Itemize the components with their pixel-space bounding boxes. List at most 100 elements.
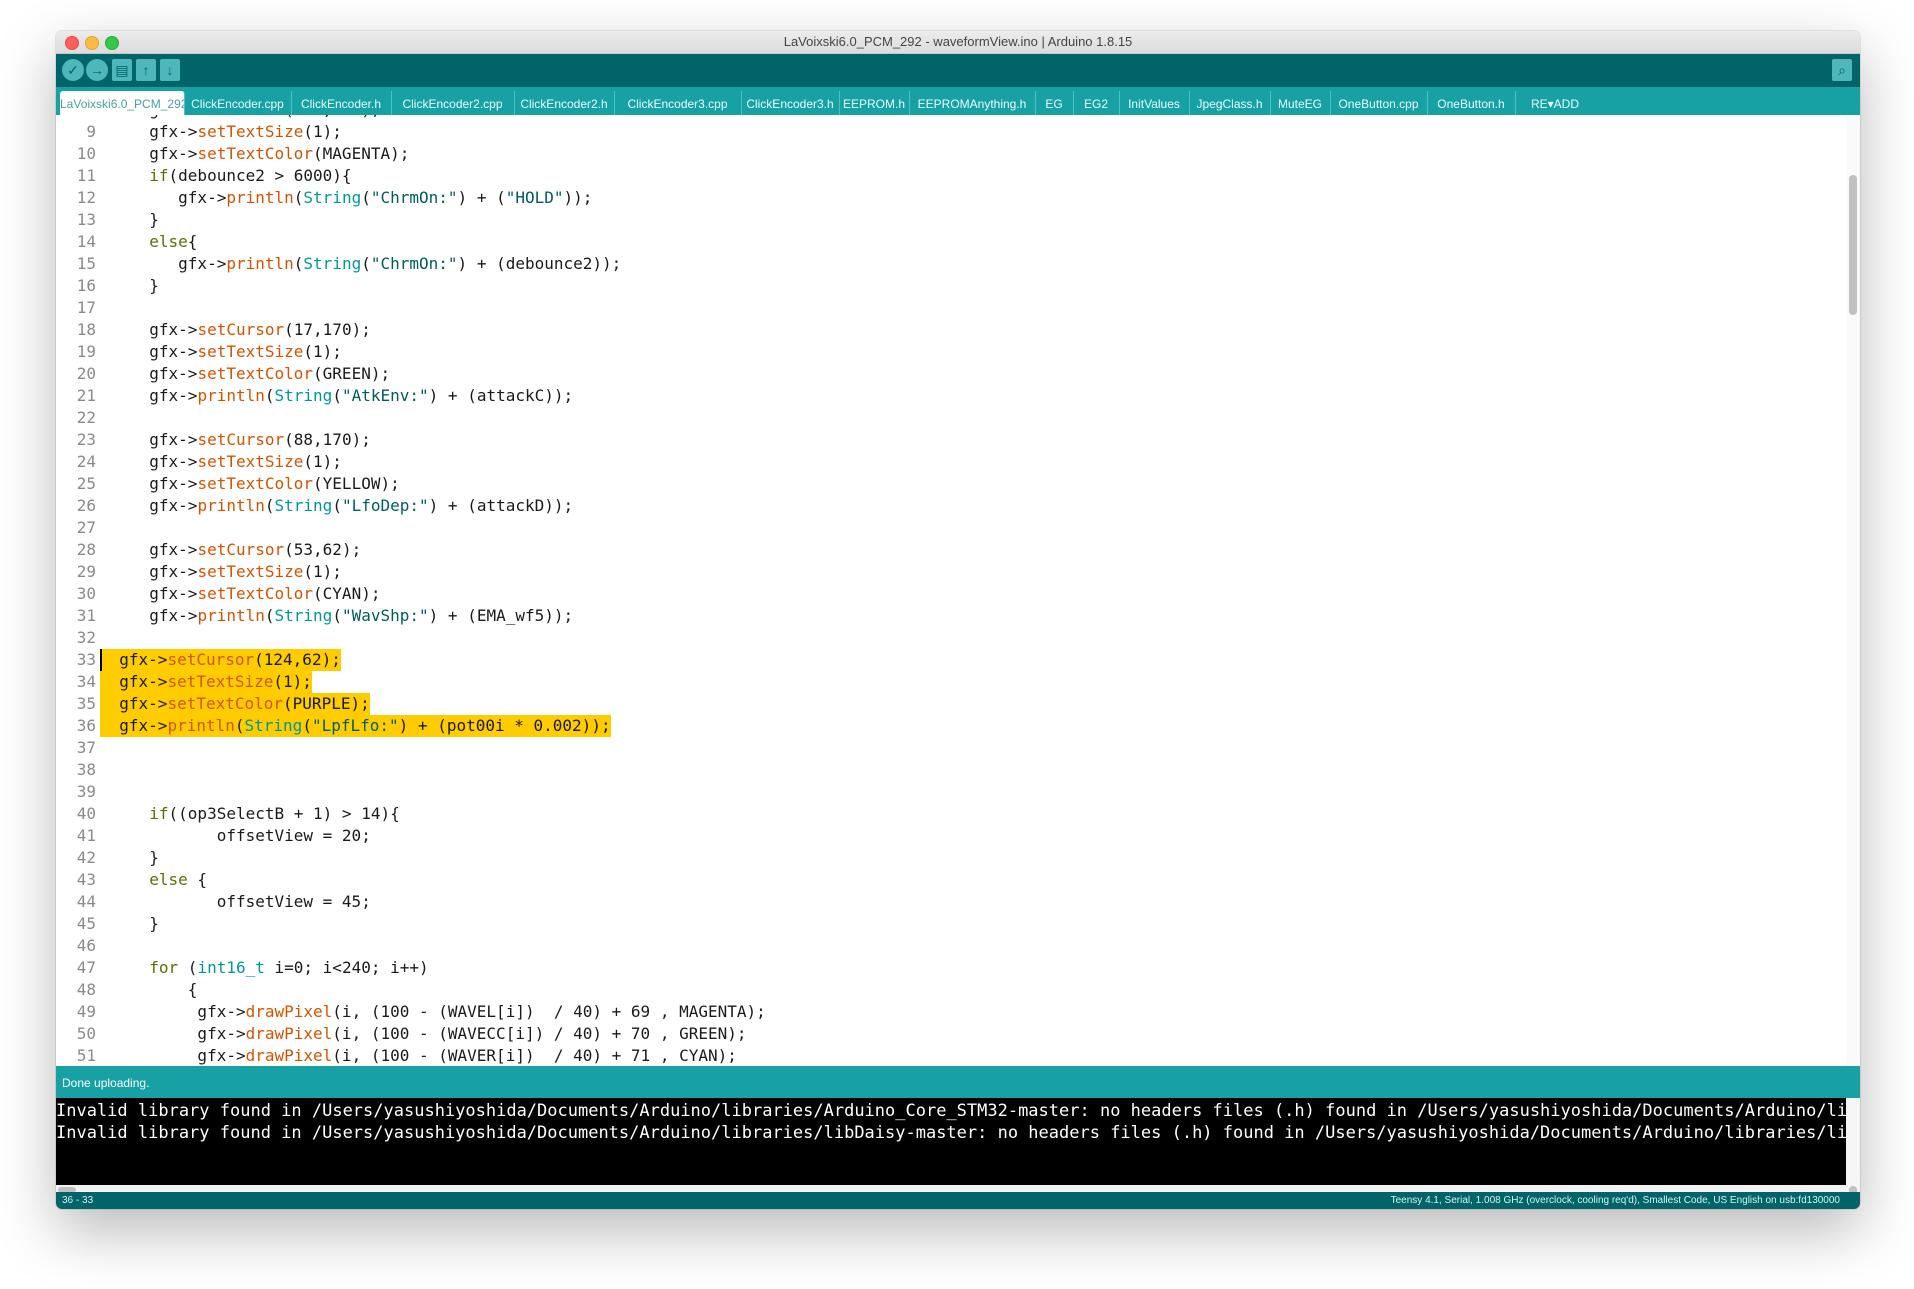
tab-onebutton-cpp[interactable]: OneButton.cpp — [1330, 91, 1428, 115]
code-text: gfx->println(String("AtkEnv:") + (attack… — [130, 386, 574, 405]
code-line[interactable]: 27 — [56, 517, 1846, 539]
editor-scroll-thumb[interactable] — [1849, 175, 1857, 315]
code-text: gfx->setTextColor(MAGENTA); — [130, 144, 410, 163]
zoom-window-button[interactable] — [105, 36, 119, 50]
tab-muteeg[interactable]: MuteEG — [1270, 91, 1331, 115]
line-number: 21 — [76, 386, 96, 405]
tab-initvalues[interactable]: InitValues — [1119, 91, 1190, 115]
tab-re-add[interactable]: RE▾ADD — [1515, 91, 1595, 115]
code-text: else { — [149, 870, 208, 889]
open-sketch-button[interactable]: ↑ — [136, 59, 156, 81]
code-line[interactable]: 20 gfx->setTextColor(GREEN); — [56, 363, 1846, 385]
code-line[interactable]: 43 else { — [56, 869, 1846, 891]
tab-lavoixski6-0-pcm-292[interactable]: LaVoixski6.0_PCM_292 — [60, 91, 185, 115]
code-line[interactable]: 24 gfx->setTextSize(1); — [56, 451, 1846, 473]
line-number: 19 — [76, 342, 96, 361]
console-line: Invalid library found in /Users/yasushiy… — [56, 1123, 1846, 1143]
code-line[interactable]: 26 gfx->println(String("LfoDep:") + (att… — [56, 495, 1846, 517]
code-line[interactable]: 22 — [56, 407, 1846, 429]
code-line[interactable]: 51 gfx->drawPixel(i, (100 - (WAVER[i]) /… — [56, 1045, 1846, 1066]
editor-vertical-scrollbar[interactable] — [1846, 115, 1860, 1066]
code-line[interactable]: 9 gfx->setTextSize(1); — [56, 121, 1846, 143]
code-line[interactable]: 46 — [56, 935, 1846, 957]
toolbar: ✓ → ▤ ↑ ↓ ⌕ — [56, 54, 1860, 87]
code-line[interactable]: 10 gfx->setTextColor(MAGENTA); — [56, 143, 1846, 165]
code-line[interactable]: 19 gfx->setTextSize(1); — [56, 341, 1846, 363]
code-line[interactable]: 28 gfx->setCursor(53,62); — [56, 539, 1846, 561]
code-line[interactable]: 23 gfx->setCursor(88,170); — [56, 429, 1846, 451]
save-sketch-button[interactable]: ↓ — [160, 59, 180, 81]
code-line[interactable]: 38 — [56, 759, 1846, 781]
code-line[interactable]: 30 gfx->setTextColor(CYAN); — [56, 583, 1846, 605]
code-line[interactable]: 13 } — [56, 209, 1846, 231]
code-line[interactable]: 14 else{ — [56, 231, 1846, 253]
tab-eg2[interactable]: EG2 — [1073, 91, 1120, 115]
tab-onebutton-h[interactable]: OneButton.h — [1427, 91, 1516, 115]
code-line[interactable]: 48 { — [56, 979, 1846, 1001]
line-number: 44 — [76, 892, 96, 911]
code-text: } — [130, 276, 159, 295]
code-line[interactable]: 34 gfx->setTextSize(1); — [56, 671, 1846, 693]
tab-jpegclass-h[interactable]: JpegClass.h — [1189, 91, 1271, 115]
code-line[interactable]: 31 gfx->println(String("WavShp:") + (EMA… — [56, 605, 1846, 627]
code-line[interactable]: 39 — [56, 781, 1846, 803]
code-text: offsetView = 45; — [130, 892, 371, 911]
minimize-window-button[interactable] — [85, 36, 99, 50]
code-line[interactable]: 44 offsetView = 45; — [56, 891, 1846, 913]
line-number: 38 — [76, 760, 96, 779]
console-vertical-scrollbar[interactable] — [1846, 1098, 1860, 1202]
tab-clickencoder3-h[interactable]: ClickEncoder3.h — [741, 91, 840, 115]
tab-clickencoder-h[interactable]: ClickEncoder.h — [291, 91, 392, 115]
code-text: if(debounce2 > 6000){ — [149, 166, 352, 185]
line-number: 20 — [76, 364, 96, 383]
verify-button[interactable]: ✓ — [62, 59, 84, 81]
code-line[interactable]: 16 } — [56, 275, 1846, 297]
tab-eg[interactable]: EG — [1035, 91, 1074, 115]
line-number: 10 — [76, 144, 96, 163]
tab-eepromanything-h[interactable]: EEPROMAnything.h — [909, 91, 1036, 115]
code-line[interactable]: 42 } — [56, 847, 1846, 869]
code-editor[interactable]: gfx->setCursor(130,170);9 gfx->setTextSi… — [56, 115, 1846, 1066]
close-window-button[interactable] — [65, 36, 79, 50]
code-line[interactable]: 29 gfx->setTextSize(1); — [56, 561, 1846, 583]
code-line[interactable]: 11 if(debounce2 > 6000){ — [56, 165, 1846, 187]
line-number: 49 — [76, 1002, 96, 1021]
code-line[interactable]: 47 for (int16_t i=0; i<240; i++) — [56, 957, 1846, 979]
code-line[interactable]: 50 gfx->drawPixel(i, (100 - (WAVECC[i]) … — [56, 1023, 1846, 1045]
code-text: } — [130, 210, 159, 229]
code-line[interactable]: 37 — [56, 737, 1846, 759]
window-title: LaVoixski6.0_PCM_292 - waveformView.ino … — [783, 34, 1133, 49]
line-number: 47 — [76, 958, 96, 977]
code-line[interactable]: 36 gfx->println(String("LpfLfo:") + (pot… — [56, 715, 1846, 737]
code-text: gfx->println(String("LfoDep:") + (attack… — [130, 496, 574, 515]
code-text: gfx->setTextSize(1); — [130, 342, 342, 361]
code-line[interactable]: 21 gfx->println(String("AtkEnv:") + (att… — [56, 385, 1846, 407]
code-line[interactable]: 35 gfx->setTextColor(PURPLE); — [56, 693, 1846, 715]
code-line[interactable]: 45 } — [56, 913, 1846, 935]
tab-clickencoder-cpp[interactable]: ClickEncoder.cpp — [184, 91, 292, 115]
tab-eeprom-h[interactable]: EEPROM.h — [839, 91, 910, 115]
code-line[interactable]: 25 gfx->setTextColor(YELLOW); — [56, 473, 1846, 495]
serial-monitor-button[interactable]: ⌕ — [1832, 59, 1852, 81]
line-number: 51 — [76, 1046, 96, 1065]
tab-clickencoder2-cpp[interactable]: ClickEncoder2.cpp — [391, 91, 515, 115]
code-line[interactable]: 33 gfx->setCursor(124,62); — [56, 649, 1846, 671]
code-line[interactable]: 18 gfx->setCursor(17,170); — [56, 319, 1846, 341]
code-line[interactable]: 15 gfx->println(String("ChrmOn:") + (deb… — [56, 253, 1846, 275]
code-line[interactable]: 49 gfx->drawPixel(i, (100 - (WAVEL[i]) /… — [56, 1001, 1846, 1023]
code-line[interactable]: 17 — [56, 297, 1846, 319]
upload-button[interactable]: → — [86, 59, 108, 81]
code-line[interactable]: 40 if((op3SelectB + 1) > 14){ — [56, 803, 1846, 825]
code-line[interactable]: 32 — [56, 627, 1846, 649]
code-line[interactable]: 12 gfx->println(String("ChrmOn:") + ("HO… — [56, 187, 1846, 209]
line-number: 14 — [76, 232, 96, 251]
code-text: gfx->setTextSize(1); — [130, 452, 342, 471]
code-line[interactable]: 41 offsetView = 20; — [56, 825, 1846, 847]
line-number: 40 — [76, 804, 96, 823]
tab-clickencoder3-cpp[interactable]: ClickEncoder3.cpp — [614, 91, 742, 115]
code-text: gfx->println(String("ChrmOn:") + (deboun… — [130, 254, 622, 273]
tab-clickencoder2-h[interactable]: ClickEncoder2.h — [514, 91, 615, 115]
code-text: } — [130, 914, 159, 933]
line-number: 37 — [76, 738, 96, 757]
new-sketch-button[interactable]: ▤ — [112, 59, 132, 81]
